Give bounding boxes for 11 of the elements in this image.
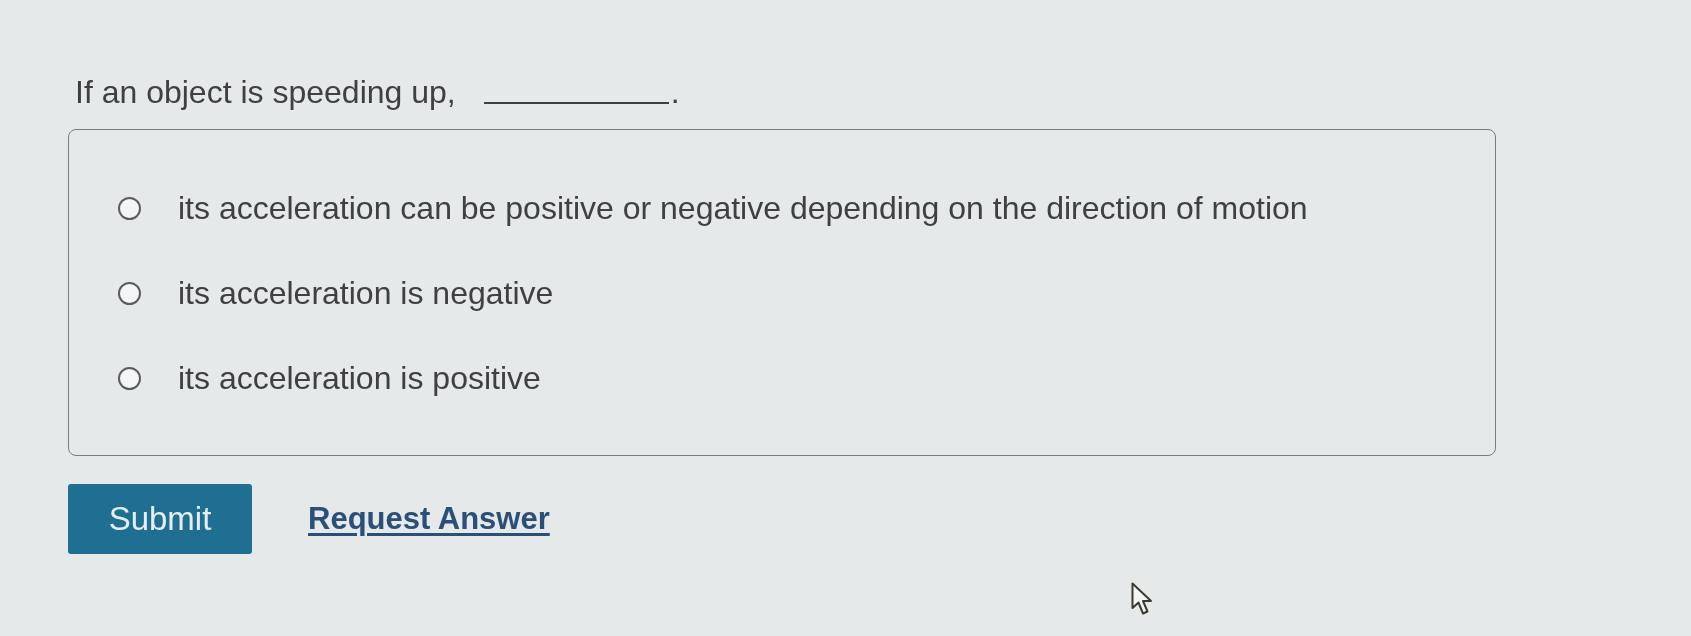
answer-option[interactable]: its acceleration is positive [118,358,541,398]
mouse-pointer-icon [1131,582,1153,616]
question-period: . [670,73,680,112]
submit-button[interactable]: Submit [68,484,252,554]
answer-option[interactable]: its acceleration can be positive or negative depending on the direction of motion [118,188,1308,228]
radio-button[interactable] [118,196,141,220]
radio-button[interactable] [118,281,141,305]
answer-option[interactable]: its acceleration is negative [118,273,554,313]
request-answer-link[interactable]: Request Answer [308,501,550,537]
question-text: If an object is speeding up, [75,73,456,112]
radio-button[interactable] [118,366,141,390]
